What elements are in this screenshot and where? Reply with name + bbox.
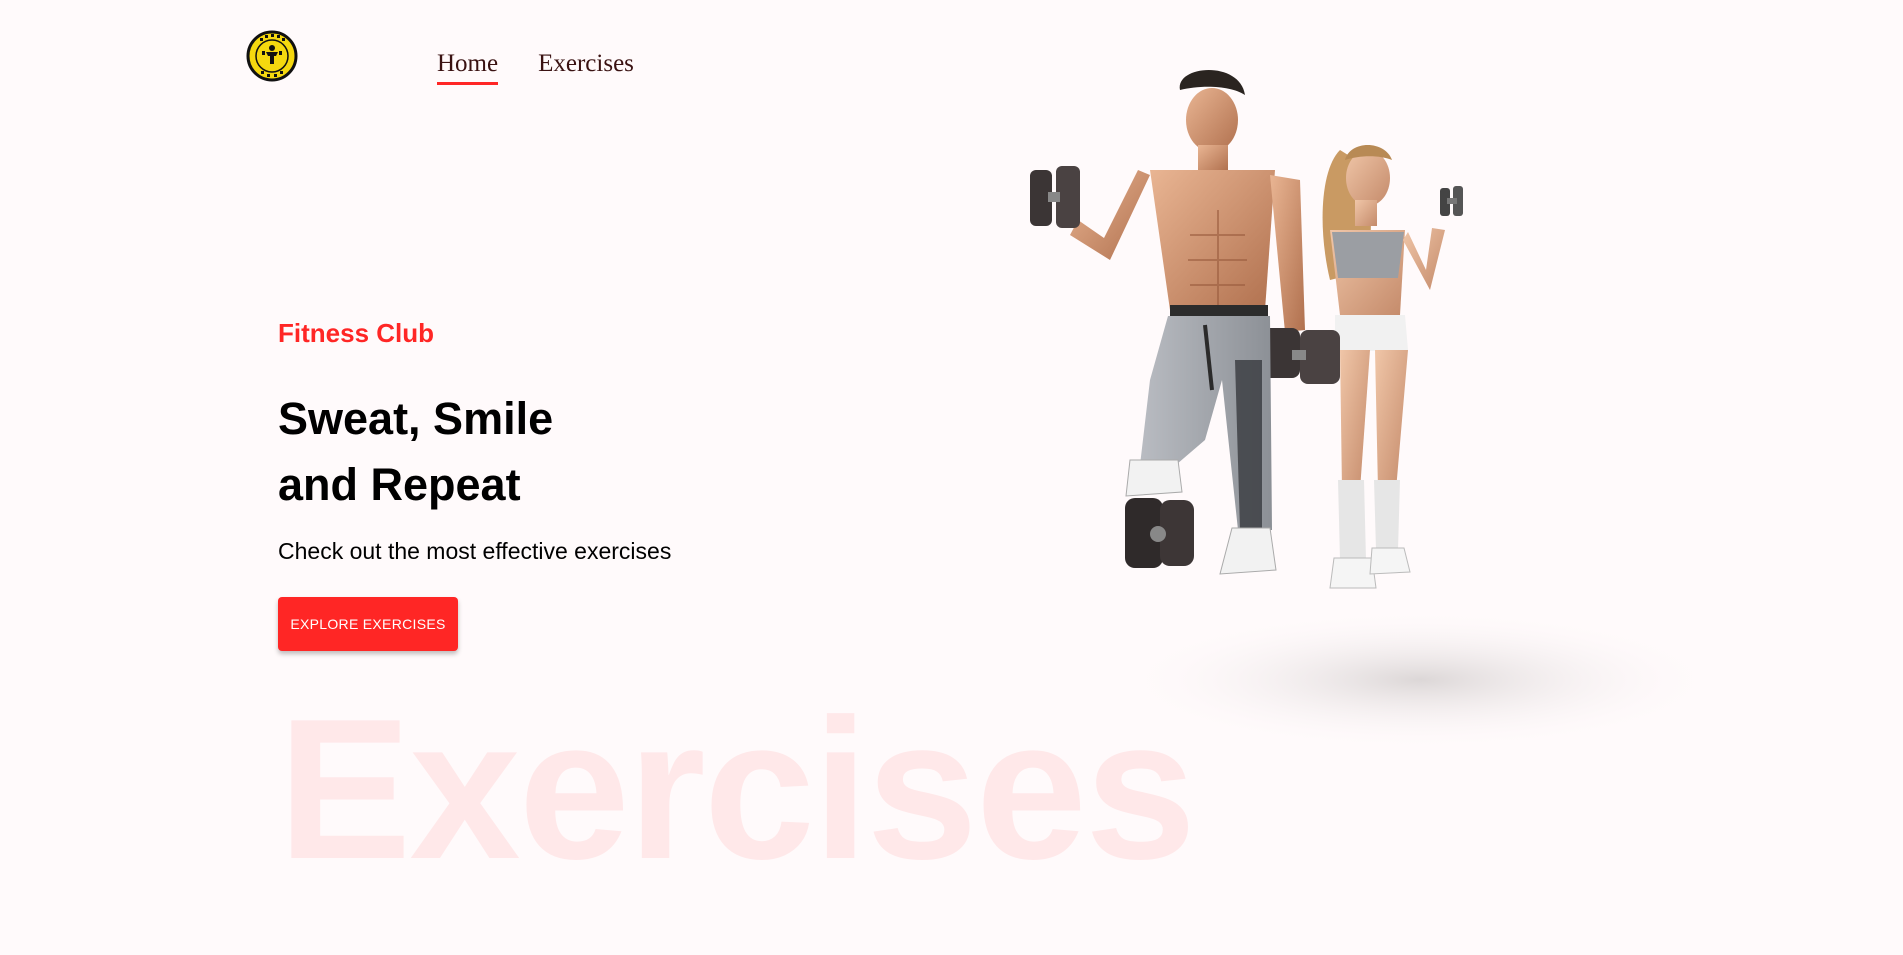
hero-kicker: Fitness Club bbox=[278, 318, 435, 348]
gym-logo-icon bbox=[246, 30, 298, 82]
logo[interactable] bbox=[246, 30, 298, 82]
hero-banner-image bbox=[1000, 60, 1720, 780]
hero-subtitle: Check out the most effective exercises bbox=[278, 538, 672, 564]
explore-exercises-button[interactable]: EXPLORE EXERCISES bbox=[278, 597, 458, 651]
nav-exercises-link[interactable]: Exercises bbox=[538, 50, 634, 85]
hero-title: Sweat, Smile and Repeat bbox=[278, 386, 678, 518]
fitness-couple-photo bbox=[1030, 70, 1720, 750]
main-nav: Home Exercises bbox=[437, 50, 634, 85]
nav-home-link[interactable]: Home bbox=[437, 50, 499, 85]
hero-title-line-1: Sweat, Smile bbox=[278, 393, 554, 444]
hero-title-line-2: and Repeat bbox=[278, 459, 521, 510]
